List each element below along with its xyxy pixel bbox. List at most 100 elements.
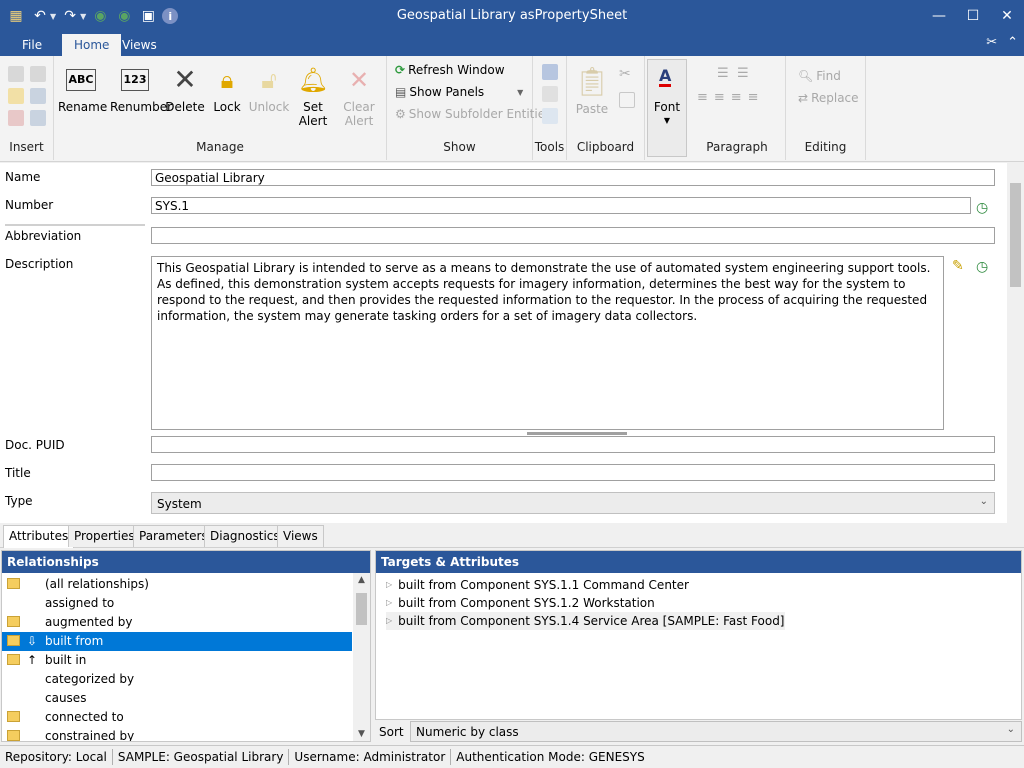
insert-icon-1	[8, 66, 24, 82]
relationship-item[interactable]: causes	[2, 689, 352, 708]
direction-arrow-icon: ⇩	[27, 634, 38, 648]
tab-properties[interactable]: Properties	[68, 525, 141, 547]
target-label: built from Component SYS.1.4 Service Are…	[398, 614, 785, 628]
expand-arrow-icon[interactable]: ▷	[386, 576, 392, 594]
tab-file[interactable]: File	[10, 34, 54, 56]
lock-button[interactable]: 🔒︎ Lock	[204, 64, 250, 114]
tools-table-icon[interactable]	[542, 64, 558, 80]
relationships-scroll-thumb[interactable]	[356, 593, 367, 625]
scroll-down-icon[interactable]: ▼	[353, 729, 370, 739]
tools-search-icon[interactable]	[542, 86, 558, 102]
group-tools: Tools	[533, 56, 567, 160]
tab-parameters[interactable]: Parameters	[133, 525, 214, 547]
sort-select[interactable]: Numeric by class ⌄	[410, 721, 1022, 742]
abbreviation-field[interactable]	[151, 227, 995, 244]
show-panels-button[interactable]: ▤ Show Panels ▼	[395, 82, 523, 102]
tab-diagnostics[interactable]: Diagnostics	[204, 525, 286, 547]
relationship-item[interactable]: ↑ built in	[2, 651, 352, 670]
minimize-icon[interactable]: —	[922, 0, 956, 32]
number-field[interactable]: SYS.1	[151, 197, 971, 214]
insert-icon-5	[8, 110, 24, 126]
unlock-label: Unlock	[248, 100, 290, 114]
replace-button[interactable]: ⇄ Replace	[798, 88, 859, 108]
renumber-icon: 123	[110, 64, 160, 96]
find-button[interactable]: 🔍︎ Find	[798, 66, 841, 86]
delete-label: Delete	[165, 100, 205, 114]
font-icon: A	[659, 66, 672, 87]
alert-bell-icon: 🔔︎	[297, 66, 329, 94]
lower-tabs: Attributes Properties Parameters Diagnos…	[0, 524, 1024, 548]
folder-icon	[7, 711, 20, 722]
docpuid-field[interactable]	[151, 436, 995, 453]
copy-icon[interactable]	[619, 92, 635, 108]
description-field[interactable]: This Geospatial Library is intended to s…	[151, 256, 944, 430]
cut-icon[interactable]: ✂	[619, 66, 635, 82]
relationship-label: built from	[45, 634, 104, 648]
relationship-item[interactable]: constrained by	[2, 727, 352, 741]
relationship-item[interactable]: ⇩ built from	[2, 632, 352, 651]
form-scrollbar[interactable]	[1007, 163, 1024, 523]
relationships-scrollbar[interactable]: ▲ ▼	[353, 573, 370, 741]
paste-button[interactable]: 📋︎ Paste	[569, 66, 615, 117]
tab-attributes[interactable]: Attributes	[3, 525, 75, 548]
maximize-icon[interactable]: ☐	[956, 0, 990, 32]
replace-icon: ⇄	[798, 91, 809, 105]
group-insert: Insert	[0, 56, 54, 160]
status-username: Username: Administrator	[289, 749, 452, 765]
resize-handle[interactable]	[527, 432, 627, 435]
refresh-icon: ⟳	[395, 63, 406, 77]
show-subfolder-button[interactable]: ⚙ Show Subfolder Entities	[395, 104, 551, 124]
target-item[interactable]: ▷ built from Component SYS.1.2 Workstatio…	[386, 594, 655, 612]
name-field[interactable]: Geospatial Library	[151, 169, 995, 186]
unlock-icon: 🔓︎	[261, 66, 277, 94]
numbering-icon[interactable]: ☰	[737, 66, 749, 81]
clear-alert-button[interactable]: ✕ Clear Alert	[336, 64, 382, 128]
edit-pencil-icon[interactable]: ✎	[952, 258, 964, 274]
description-history-icon[interactable]: ◷	[976, 259, 988, 275]
title-bar: ▦ ↶ ▼ ↷ ▼ ◉ ◉ ▣ i Geospatial Library asP…	[0, 0, 1024, 32]
expand-arrow-icon[interactable]: ▷	[386, 612, 392, 630]
description-label: Description	[5, 257, 74, 271]
number-history-icon[interactable]: ◷	[976, 200, 988, 216]
name-label: Name	[5, 170, 41, 184]
align-icons[interactable]: ≡≡≡≡	[697, 90, 765, 105]
type-select[interactable]: System ⌄	[151, 492, 995, 514]
docpuid-label: Doc. PUID	[5, 438, 65, 452]
scroll-up-icon[interactable]: ▲	[353, 575, 370, 585]
type-label: Type	[5, 494, 33, 508]
group-insert-label: Insert	[9, 140, 44, 154]
tools-icon[interactable]: ✂	[986, 35, 997, 50]
rename-button[interactable]: ABC Rename	[58, 64, 107, 114]
type-value: System	[157, 497, 202, 511]
status-bar: Repository: Local SAMPLE: Geospatial Lib…	[0, 745, 1024, 768]
relationship-item[interactable]: (all relationships)	[2, 575, 352, 594]
direction-arrow-icon: ↑	[27, 653, 38, 667]
tools-check-icon[interactable]	[542, 108, 558, 124]
ribbon-right-controls: ✂ ⌃	[986, 35, 1018, 50]
group-clipboard-label: Clipboard	[576, 140, 635, 154]
relationship-item[interactable]: augmented by	[2, 613, 352, 632]
set-alert-button[interactable]: 🔔︎ Set Alert	[290, 64, 336, 128]
close-icon[interactable]: ✕	[990, 0, 1024, 32]
collapse-ribbon-icon[interactable]: ⌃	[1007, 35, 1018, 50]
relationship-item[interactable]: assigned to	[2, 594, 352, 613]
delete-button[interactable]: ✕ Delete	[162, 64, 208, 115]
label-divider	[5, 224, 145, 226]
ribbon: Insert ABC Rename 123 Renumber ✕ Delete …	[0, 56, 1024, 162]
unlock-button[interactable]: 🔓︎ Unlock	[246, 64, 292, 114]
tab-views[interactable]: Views	[110, 34, 169, 56]
refresh-window-button[interactable]: ⟳ Refresh Window	[395, 60, 505, 80]
renumber-button[interactable]: 123 Renumber	[110, 64, 172, 114]
panels-icon: ▤	[395, 85, 407, 99]
form-scroll-thumb[interactable]	[1010, 183, 1021, 287]
target-item[interactable]: ▷ built from Component SYS.1.4 Service Ar…	[386, 612, 785, 630]
title-field[interactable]	[151, 464, 995, 481]
target-item[interactable]: ▷ built from Component SYS.1.1 Command Ce…	[386, 576, 689, 594]
relationship-item[interactable]: connected to	[2, 708, 352, 727]
lock-label: Lock	[213, 100, 241, 114]
relationship-item[interactable]: categorized by	[2, 670, 352, 689]
expand-arrow-icon[interactable]: ▷	[386, 594, 392, 612]
bullets-icon[interactable]: ☰	[717, 66, 729, 81]
font-button[interactable]: A Font ▼	[647, 59, 687, 157]
tab-views-lower[interactable]: Views	[277, 525, 324, 547]
